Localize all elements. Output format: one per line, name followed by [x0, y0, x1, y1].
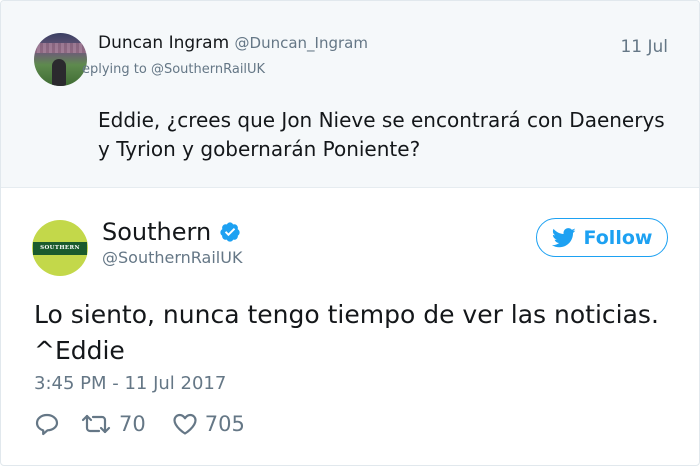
like-action[interactable]: 705: [172, 412, 245, 436]
main-author-handle[interactable]: @SouthernRailUK: [102, 248, 242, 267]
twitter-bird-icon: [551, 227, 576, 247]
tweet-actions: 70 705: [34, 409, 245, 439]
avatar-person-figure: [52, 59, 66, 86]
reply-icon: [35, 413, 59, 436]
southern-avatar[interactable]: SOUTHERN: [32, 220, 88, 276]
parent-author-name[interactable]: Duncan Ingram: [98, 33, 229, 53]
like-count: 705: [204, 412, 245, 436]
tweet-embed: Duncan Ingram @Duncan_Ingram 11 Jul eply…: [0, 0, 700, 466]
heart-icon: [173, 413, 197, 435]
main-author[interactable]: Southern: [102, 218, 241, 246]
southern-logo-bar: SOUTHERN: [33, 241, 87, 255]
main-tweet-text: Lo siento, nunca tengo tiempo de ver las…: [34, 300, 659, 365]
southern-logo-text: SOUTHERN: [40, 245, 80, 251]
retweet-icon: [81, 414, 111, 434]
avatar-crowd-decoration: [34, 43, 87, 53]
parent-tweet[interactable]: Duncan Ingram @Duncan_Ingram 11 Jul eply…: [1, 1, 699, 188]
parent-tweet-date[interactable]: 11 Jul: [620, 37, 668, 57]
parent-author[interactable]: Duncan Ingram @Duncan_Ingram: [98, 33, 368, 53]
main-author-name[interactable]: Southern: [102, 218, 211, 246]
follow-button[interactable]: Follow: [536, 218, 668, 257]
retweet-count: 70: [119, 412, 146, 436]
retweet-action[interactable]: 70: [80, 412, 146, 436]
reply-action[interactable]: [34, 412, 60, 436]
tweet-timestamp[interactable]: 3:45 PM - 11 Jul 2017: [34, 373, 226, 394]
verified-badge-icon: [220, 222, 240, 242]
replying-to-label[interactable]: eplying to @SouthernRailUK: [82, 62, 265, 77]
parent-tweet-text: Eddie, ¿crees que Jon Nieve se encontrar…: [98, 108, 665, 161]
parent-author-avatar[interactable]: [34, 33, 87, 86]
follow-button-label: Follow: [583, 226, 653, 249]
parent-author-handle[interactable]: @Duncan_Ingram: [235, 34, 368, 52]
